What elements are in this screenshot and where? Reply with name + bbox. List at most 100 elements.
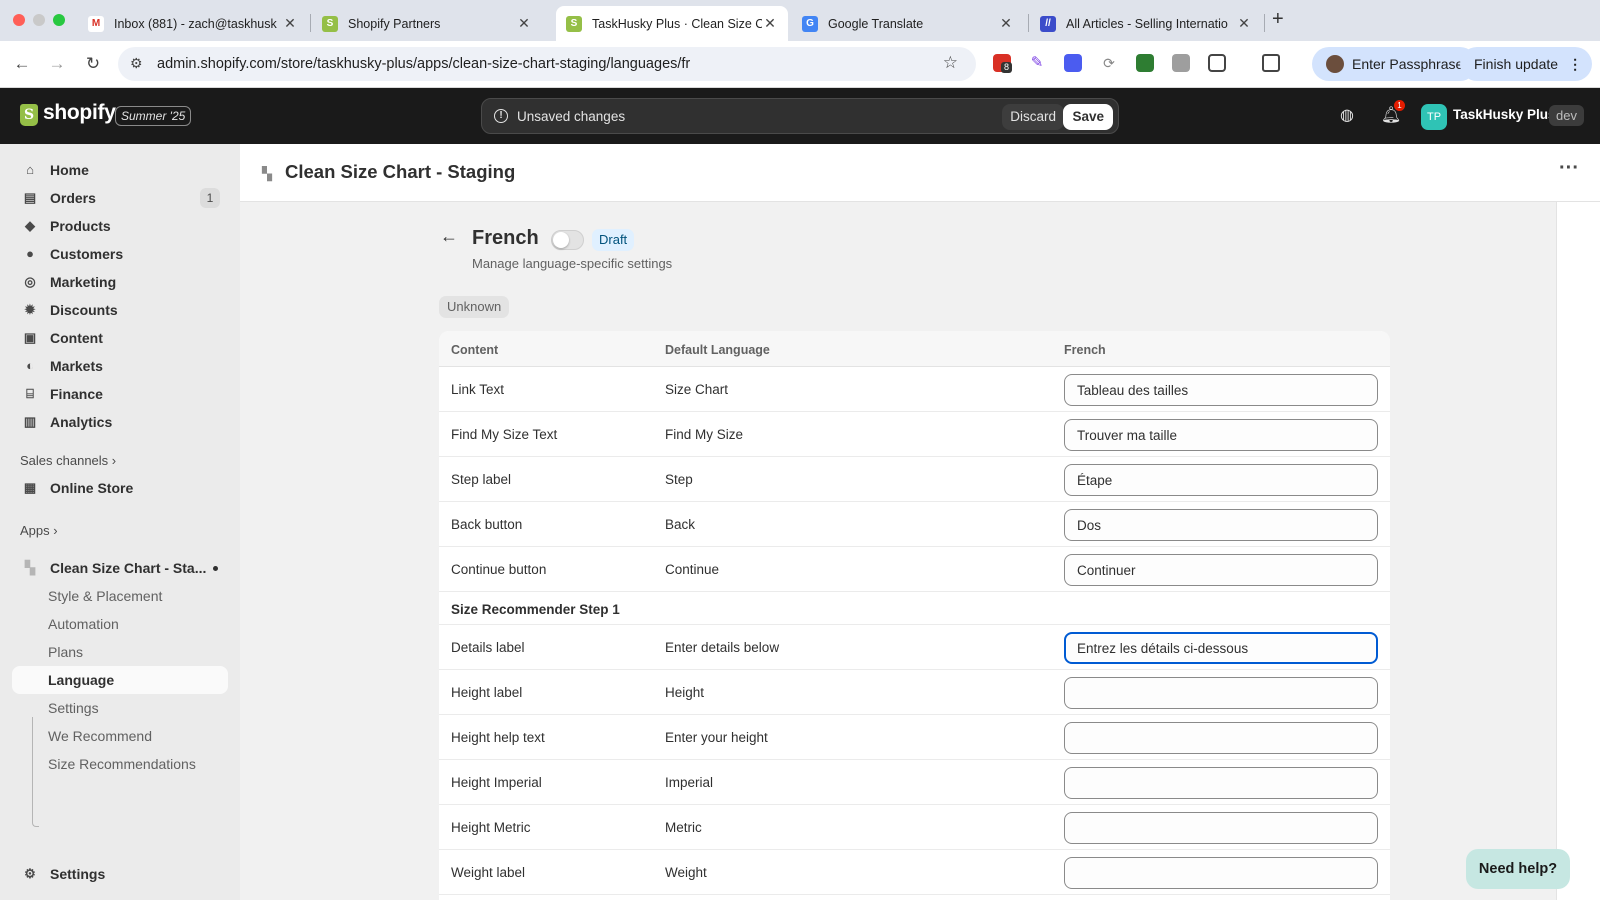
info-icon: ! <box>494 109 508 123</box>
close-tab-icon[interactable]: ✕ <box>516 15 532 32</box>
pin-dot-icon[interactable] <box>213 566 218 571</box>
extension-feather-icon[interactable]: ✎ <box>1028 54 1046 72</box>
sidekick-icon[interactable]: ◍ <box>1336 105 1358 127</box>
storefront-icon: ▦ <box>23 480 37 495</box>
extension-code-icon[interactable] <box>1172 54 1190 72</box>
table-row: Step label Step <box>439 457 1390 502</box>
profile-button[interactable]: Enter Passphrase <box>1312 47 1478 81</box>
close-tab-icon[interactable]: ✕ <box>282 15 298 32</box>
need-help-button[interactable]: Need help? <box>1466 849 1570 889</box>
close-tab-icon[interactable]: ✕ <box>1236 15 1252 32</box>
sidebar-item-label: Products <box>50 218 111 234</box>
sidebar-subitem-style-placement[interactable]: Style & Placement <box>12 582 228 610</box>
url-text[interactable]: admin.shopify.com/store/taskhusky-plus/a… <box>157 56 690 72</box>
french-translation-input[interactable] <box>1064 812 1378 844</box>
address-bar[interactable]: ⚙ admin.shopify.com/store/taskhusky-plus… <box>118 47 976 81</box>
kebab-menu-icon[interactable]: ⋮ <box>1568 56 1582 73</box>
subitem-label: Automation <box>48 616 119 632</box>
sales-channels-header[interactable]: Sales channels › <box>20 453 116 468</box>
orders-count-badge: 1 <box>200 188 220 208</box>
store-name[interactable]: TaskHusky Plus <box>1453 107 1556 122</box>
update-label: Finish update <box>1474 56 1559 72</box>
chevron-right-icon: › <box>111 453 117 468</box>
shopify-logo[interactable]: shopify <box>43 101 116 125</box>
site-settings-icon[interactable]: ⚙ <box>130 55 143 72</box>
browser-tab-shopify-partners[interactable]: S Shopify Partners ✕ <box>312 6 542 41</box>
shopify-bag-icon[interactable]: S <box>20 104 38 126</box>
close-tab-icon[interactable]: ✕ <box>762 15 778 32</box>
close-window-button[interactable] <box>13 14 25 26</box>
publish-toggle[interactable] <box>551 230 584 250</box>
content-cell: Back button <box>451 517 523 532</box>
admin-sidebar: ⌂ Home ▤ Orders 1 ◆ Products ● Customers ◎ Ma… <box>0 144 240 900</box>
sidebar-item-app[interactable]: ▚ Clean Size Chart - Sta... <box>12 554 228 582</box>
minimize-window-button[interactable] <box>33 14 45 26</box>
sidebar-item-finance[interactable]: ⌸ Finance <box>12 380 228 408</box>
main-content: ▚ Clean Size Chart - Staging ··· ← Frenc… <box>240 144 1600 900</box>
more-actions-icon[interactable]: ··· <box>1559 157 1579 180</box>
home-icon: ⌂ <box>26 162 34 177</box>
browser-tab-articles[interactable]: // All Articles - Selling Internatio ✕ <box>1030 6 1262 41</box>
extensions-puzzle-icon[interactable] <box>1208 54 1226 72</box>
extension-glasses-icon[interactable] <box>1136 54 1154 72</box>
sidebar-subitem-we-recommend[interactable]: We Recommend <box>12 722 228 750</box>
french-translation-input[interactable] <box>1064 677 1378 709</box>
sidebar-subitem-plans[interactable]: Plans <box>12 638 228 666</box>
discard-button[interactable]: Discard <box>1002 104 1064 130</box>
close-tab-icon[interactable]: ✕ <box>998 15 1014 32</box>
sidebar-subitem-settings[interactable]: Settings <box>12 694 228 722</box>
sidebar-item-settings[interactable]: ⚙ Settings <box>12 860 228 888</box>
french-translation-input[interactable] <box>1064 857 1378 889</box>
table-row: Height Metric Metric <box>439 805 1390 850</box>
save-button[interactable]: Save <box>1063 104 1113 130</box>
status-badge: Draft <box>592 229 635 251</box>
french-translation-input[interactable] <box>1064 554 1378 586</box>
forward-nav-icon[interactable]: → <box>46 53 68 75</box>
avatar[interactable]: TP <box>1421 104 1447 130</box>
sidebar-subitem-size-recommendations[interactable]: Size Recommendations <box>12 750 228 778</box>
sidebar-item-analytics[interactable]: ▥ Analytics <box>12 408 228 436</box>
sidebar-item-products[interactable]: ◆ Products <box>12 212 228 240</box>
tab-search-icon[interactable] <box>1262 54 1280 72</box>
chevron-right-icon: › <box>53 523 58 538</box>
browser-tab-taskhusky[interactable]: S TaskHusky Plus · Clean Size C ✕ <box>556 6 788 41</box>
sidebar-item-customers[interactable]: ● Customers <box>12 240 228 268</box>
sidebar-item-content[interactable]: ▣ Content <box>12 324 228 352</box>
reload-icon[interactable]: ↻ <box>82 53 104 75</box>
table-section-header: Size Recommender Step 1 <box>439 592 1390 625</box>
edition-badge[interactable]: Summer '25 <box>115 106 192 126</box>
extension-gear-icon[interactable] <box>1064 54 1082 72</box>
extension-calendar-icon[interactable]: 8 <box>993 54 1013 73</box>
sidebar-item-markets[interactable]: ◐ Markets <box>12 352 228 380</box>
french-translation-input[interactable] <box>1064 722 1378 754</box>
back-nav-icon[interactable]: ← <box>11 53 33 75</box>
sidebar-item-marketing[interactable]: ◎ Marketing <box>12 268 228 296</box>
extension-link-icon[interactable]: ⟳ <box>1100 54 1118 72</box>
sidebar-item-online-store[interactable]: ▦ Online Store <box>12 474 228 502</box>
back-arrow-icon[interactable]: ← <box>440 226 458 247</box>
finish-update-button[interactable]: Finish update ⋮ <box>1460 47 1593 81</box>
new-tab-button[interactable]: + <box>1272 8 1284 31</box>
french-translation-input[interactable] <box>1064 419 1378 451</box>
section-title: Size Recommender Step 1 <box>451 602 620 617</box>
sidebar-item-orders[interactable]: ▤ Orders 1 <box>12 184 228 212</box>
french-translation-input[interactable] <box>1064 632 1378 664</box>
apps-header[interactable]: Apps › <box>20 523 58 538</box>
content-cell: Height Imperial <box>451 775 542 790</box>
notification-count: 1 <box>1394 100 1405 111</box>
french-translation-input[interactable] <box>1064 767 1378 799</box>
column-header-content: Content <box>451 343 499 357</box>
sidebar-item-discounts[interactable]: ✹ Discounts <box>12 296 228 324</box>
sidebar-subitem-language[interactable]: Language <box>12 666 228 694</box>
sidebar-subitem-automation[interactable]: Automation <box>12 610 228 638</box>
maximize-window-button[interactable] <box>53 14 65 26</box>
browser-tab-google-translate[interactable]: G Google Translate ✕ <box>792 6 1024 41</box>
french-translation-input[interactable] <box>1064 464 1378 496</box>
bookmark-star-icon[interactable]: ☆ <box>943 53 958 73</box>
sidebar-item-home[interactable]: ⌂ Home <box>12 156 228 184</box>
default-cell: Enter your height <box>665 730 768 745</box>
default-cell: Enter details below <box>665 640 780 655</box>
french-translation-input[interactable] <box>1064 509 1378 541</box>
browser-tab-gmail[interactable]: M Inbox (881) - zach@taskhusk ✕ <box>78 6 308 41</box>
french-translation-input[interactable] <box>1064 374 1378 406</box>
